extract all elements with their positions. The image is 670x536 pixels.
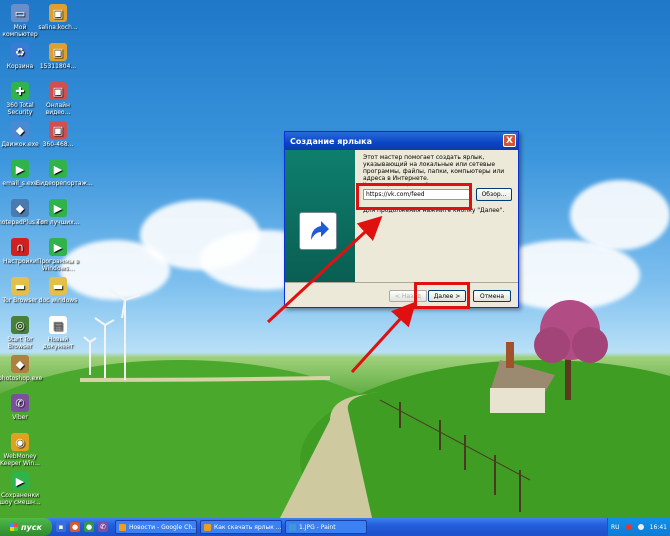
desktop-icon-label: Новый документ xyxy=(42,336,74,350)
security-icon: ✚ xyxy=(11,82,29,100)
taskbar-button[interactable]: 1.JPG - Paint xyxy=(285,520,367,534)
desktop-icon[interactable]: ▶ Топ лучших... xyxy=(36,199,80,226)
desktop-icon[interactable]: ◉ WebMoney Keeper Win... xyxy=(0,433,42,467)
desktop-icon[interactable]: ▣ Онлайн видео... xyxy=(36,82,80,116)
desktop-icon-label: doc windows xyxy=(38,297,78,304)
quicklaunch-viber-icon[interactable]: ✆ xyxy=(98,522,108,532)
desktop-icon-label: 15311804... xyxy=(39,63,77,70)
video-icon: ▶ xyxy=(49,238,67,256)
windows-logo-icon xyxy=(10,523,19,531)
desktop-icon-label: Программы в Windows... xyxy=(37,258,79,272)
close-icon[interactable]: X xyxy=(503,134,516,147)
desktop-icon[interactable]: ▣ 360-468... xyxy=(36,121,80,148)
document-icon: ▤ xyxy=(49,316,67,334)
image-icon: ▣ xyxy=(49,4,67,22)
app-icon: ◆ xyxy=(11,355,29,373)
video-icon: ▶ xyxy=(49,199,67,217)
desktop-icon-label: Viber xyxy=(12,414,28,421)
image-icon: ▣ xyxy=(49,43,67,61)
desktop-icon[interactable]: ▣ salina.koch... xyxy=(36,4,80,31)
desktop-icon-label: photoshop.exe xyxy=(0,375,43,382)
taskbar-button-label: Как скачать ярлык ... xyxy=(214,523,282,531)
folder-icon: ▬ xyxy=(49,277,67,295)
app-icon: ◆ xyxy=(11,121,29,139)
task-app-icon xyxy=(119,523,126,531)
desktop-icon-label: salina.koch... xyxy=(38,24,78,31)
start-label: пуск xyxy=(21,522,42,532)
tray-icon[interactable] xyxy=(637,524,644,530)
desktop-icon[interactable]: ▶ Программы в Windows... xyxy=(36,238,80,272)
desktop-icon-label: Видеорепортаж... xyxy=(36,180,93,187)
start-button[interactable]: пуск xyxy=(0,518,52,536)
image-icon: ▣ xyxy=(49,82,67,100)
image-icon: ▣ xyxy=(49,121,67,139)
video-icon: ▶ xyxy=(11,472,29,490)
taskbar-button-label: Новости - Google Ch... xyxy=(129,523,197,531)
task-app-icon xyxy=(204,523,211,531)
cancel-button[interactable]: Отмена xyxy=(473,290,511,302)
desktop-icon[interactable]: ▤ Новый документ xyxy=(36,316,80,350)
video-icon: ▶ xyxy=(11,160,29,178)
folder-icon: ▬ xyxy=(11,277,29,295)
app-icon: ◆ xyxy=(11,199,29,217)
desktop-icon[interactable]: ▬ doc windows xyxy=(36,277,80,304)
annotation-box-location xyxy=(356,183,472,210)
clock: 16:41 xyxy=(649,523,667,531)
desktop-icon[interactable]: ▶ Сохраненки шоу смешн... xyxy=(0,472,42,506)
desktop-icon[interactable]: ◆ photoshop.exe xyxy=(0,355,42,382)
language-indicator[interactable]: RU xyxy=(611,524,620,531)
desktop-icon[interactable]: ▣ 15311804... xyxy=(36,43,80,70)
recycle-bin-icon: ♻ xyxy=(11,43,29,61)
taskbar-button-label: 1.JPG - Paint xyxy=(299,523,336,531)
desktop-icon-label: Онлайн видео... xyxy=(45,102,71,116)
my-computer-icon: ▭ xyxy=(11,4,29,22)
desktop-icon[interactable]: ✆ Viber xyxy=(0,394,42,421)
desktop-icon-label: WebMoney Keeper Win... xyxy=(0,453,40,467)
shortcut-arrow-icon xyxy=(299,212,337,250)
wizard-side-panel xyxy=(285,150,355,282)
wizard-description: Этот мастер помогает создать ярлык, указ… xyxy=(363,154,505,182)
tray-icon[interactable] xyxy=(625,524,632,530)
taskbar: пуск ▪ ● ● ✆ Новости - Google Ch... Как с… xyxy=(0,518,670,536)
taskbar-button[interactable]: Новости - Google Ch... xyxy=(115,520,197,534)
video-icon: ▶ xyxy=(49,160,67,178)
divider xyxy=(285,282,518,283)
dialog-title-bar[interactable]: Создание ярлыка X xyxy=(285,132,518,150)
magnet-icon: ∩ xyxy=(11,238,29,256)
viber-icon: ✆ xyxy=(11,394,29,412)
annotation-box-next xyxy=(414,282,470,309)
taskbar-button[interactable]: Как скачать ярлык ... xyxy=(200,520,282,534)
tor-icon: ◎ xyxy=(11,316,29,334)
webmoney-icon: ◉ xyxy=(11,433,29,451)
task-app-icon xyxy=(289,523,296,531)
quicklaunch-browser-icon[interactable]: ● xyxy=(70,522,80,532)
quicklaunch-app-icon[interactable]: ● xyxy=(84,522,94,532)
system-tray: RU 16:41 xyxy=(607,518,670,536)
create-shortcut-dialog: Создание ярлыка X Этот мастер помогает с… xyxy=(284,131,519,308)
dialog-title: Создание ярлыка xyxy=(290,136,373,146)
desktop-icon-label: Сохраненки шоу смешн... xyxy=(0,492,41,506)
desktop-icon[interactable]: ▶ Видеорепортаж... xyxy=(36,160,93,187)
browse-button[interactable]: Обзор... xyxy=(476,188,512,201)
desktop-icon-label: Топ лучших... xyxy=(36,219,80,226)
desktop-icon-label: 360-468... xyxy=(42,141,74,148)
quicklaunch-desktop-icon[interactable]: ▪ xyxy=(56,522,66,532)
